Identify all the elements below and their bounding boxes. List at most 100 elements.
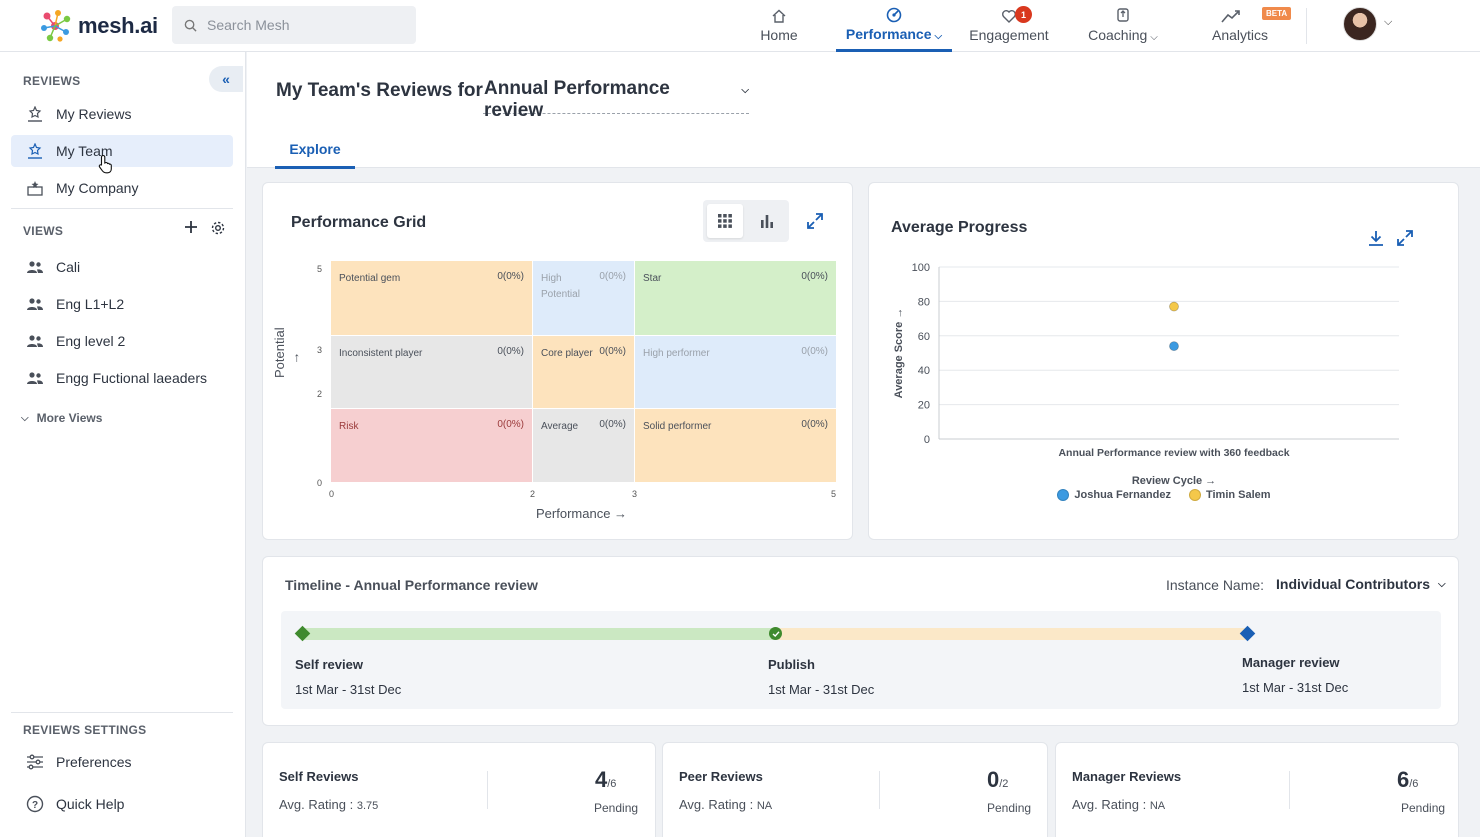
notification-badge: 1 [1015, 6, 1032, 23]
view-toggle [703, 200, 789, 242]
group-icon [27, 335, 43, 347]
average-progress-title: Average Progress [891, 219, 1028, 236]
instance-name-value: Individual Contributors [1276, 576, 1430, 592]
stat-divider [1289, 771, 1290, 809]
mesh-logo-icon [41, 10, 71, 42]
grid-cell-inconsistent-player[interactable]: Inconsistent player 0(0%) [331, 336, 532, 408]
grid-y-tick: 3 [317, 345, 323, 355]
grid-cell-core-player[interactable]: Core player 0(0%) [533, 336, 634, 408]
grid-y-tick: 2 [317, 389, 323, 399]
timeline-progress-pending [775, 628, 1247, 640]
sidebar-item-my-reviews[interactable]: My Reviews [11, 98, 233, 130]
chevron-down-icon[interactable]: ⌵ [1384, 16, 1392, 29]
reviews-section-title: REVIEWS [23, 74, 81, 88]
grid-cell-solid-performer[interactable]: Solid performer 0(0%) [635, 409, 836, 482]
stat-title: Manager Reviews [1072, 769, 1182, 784]
help-icon: ? [26, 795, 44, 813]
sidebar-view-cali[interactable]: Cali [11, 251, 233, 283]
nav-analytics[interactable]: BETA Analytics [1208, 0, 1292, 52]
sidebar-item-quick-help[interactable]: ? Quick Help [11, 788, 233, 820]
add-view-icon[interactable] [184, 220, 198, 234]
more-views-label: More Views [36, 411, 103, 425]
stat-status: Pending [594, 801, 639, 815]
sidebar-view-eng-l1-l2[interactable]: Eng L1+L2 [11, 288, 233, 320]
coaching-icon [1117, 8, 1129, 22]
search-box[interactable] [172, 6, 416, 44]
legend-item[interactable]: Timin Salem [1188, 489, 1271, 501]
page-header: My Team's Reviews for Annual Performance… [247, 52, 1480, 169]
peer-reviews-card[interactable]: Peer Reviews Avg. Rating : NA 0/2 Pendin… [662, 742, 1048, 837]
avatar[interactable] [1343, 7, 1377, 41]
reviews-settings-title: REVIEWS SETTINGS [23, 723, 147, 737]
sidebar-item-label: Preferences [56, 754, 132, 770]
top-bar: mesh.ai Home Performance⌵ 1 Engagement C… [0, 0, 1480, 52]
chart-y-axis-label: Average Score → [893, 308, 905, 399]
sidebar-item-preferences[interactable]: Preferences [11, 746, 233, 778]
nav-coaching[interactable]: Coaching ⌵ [1086, 0, 1160, 52]
mouse-cursor-icon [98, 154, 112, 174]
instance-name-dropdown[interactable]: Individual Contributors ⌵ [1276, 576, 1446, 592]
expand-icon[interactable] [806, 212, 824, 230]
timeline-milestone-publish[interactable] [769, 627, 782, 640]
sidebar-view-engg-functional-leaders[interactable]: Engg Fuctional laeaders [11, 362, 233, 394]
more-views-toggle[interactable]: ⌵ More Views [21, 411, 102, 425]
self-reviews-card[interactable]: Self Reviews Avg. Rating : 3.75 4/6 Pend… [262, 742, 656, 837]
timeline-stage-dates: 1st Mar - 31st Dec [1242, 680, 1349, 695]
sidebar-item-label: Quick Help [56, 796, 125, 812]
sidebar-divider [11, 208, 233, 209]
grid-view-button[interactable] [707, 204, 743, 238]
expand-icon[interactable] [1396, 229, 1414, 247]
analytics-icon [1221, 10, 1240, 23]
legend-item[interactable]: Joshua Fernandez [1057, 489, 1171, 501]
nav-home-label: Home [760, 27, 798, 43]
views-section-title: VIEWS [23, 224, 64, 238]
chart-y-tick-label: 20 [918, 400, 930, 412]
grid-x-axis-label: Performance → [536, 506, 628, 521]
search-icon [184, 19, 197, 32]
performance-grid-card: Performance Grid Potential → 5 3 2 0 Pot… [262, 182, 853, 540]
legend-label: Joshua Fernandez [1074, 489, 1171, 501]
group-icon [27, 298, 43, 310]
search-input[interactable] [207, 17, 397, 33]
nav-engagement[interactable]: 1 Engagement [968, 0, 1050, 52]
stat-avg-rating: Avg. Rating : 3.75 [279, 797, 379, 812]
tab-explore[interactable]: Explore [275, 133, 355, 169]
review-cycle-dropdown[interactable]: Annual Performance review ⌵ [483, 78, 749, 121]
nav-engagement-label: Engagement [969, 27, 1049, 43]
gear-icon[interactable] [210, 220, 226, 236]
nav-performance[interactable]: Performance ⌵ [836, 0, 952, 52]
sidebar-view-label: Engg Fuctional laeaders [56, 370, 207, 386]
views-actions [184, 220, 226, 236]
download-icon[interactable] [1367, 229, 1385, 247]
grid-cell-risk[interactable]: Risk 0(0%) [331, 409, 532, 482]
chart-y-tick-label: 40 [918, 365, 930, 377]
nav-home[interactable]: Home [754, 0, 804, 52]
sidebar-view-eng-level-2[interactable]: Eng level 2 [11, 325, 233, 357]
nav-performance-label: Performance ⌵ [845, 26, 943, 42]
performance-icon [886, 7, 902, 23]
sidebar-item-label: My Reviews [56, 106, 132, 122]
chart-y-tick-label: 100 [912, 262, 930, 274]
grid-x-tick: 5 [831, 489, 837, 499]
page-title: My Team's Reviews for [276, 80, 483, 101]
bar-view-button[interactable] [749, 204, 785, 238]
collapse-sidebar-button[interactable]: « [209, 66, 243, 92]
timeline-stage-label: Manager review [1242, 655, 1340, 670]
legend-swatch [1057, 489, 1070, 501]
manager-reviews-card[interactable]: Manager Reviews Avg. Rating : NA 6/6 Pen… [1055, 742, 1459, 837]
sidebar-item-my-team[interactable]: My Team [11, 135, 233, 167]
stat-count: 0/2 [987, 767, 1009, 792]
grid-cell-average[interactable]: Average 0(0%) [533, 409, 634, 482]
grid-cell-potential-gem[interactable]: Potential gem 0(0%) [331, 261, 532, 335]
performance-grid-title: Performance Grid [291, 214, 427, 231]
grid-cell-high-performer[interactable]: High performer 0(0%) [635, 336, 836, 408]
grid-y-tick: 5 [317, 264, 323, 274]
grid-cell-high-potential[interactable]: High Potential 0(0%) [533, 261, 634, 335]
chevron-down-icon: ⌵ [741, 85, 749, 96]
stat-divider [879, 771, 880, 809]
grid-cell-star[interactable]: Star 0(0%) [635, 261, 836, 335]
sidebar-item-my-company[interactable]: My Company [11, 172, 233, 204]
logo[interactable]: mesh.ai [38, 8, 158, 44]
stat-title: Self Reviews [279, 769, 359, 784]
average-progress-chart: 0 20 40 60 80 100 Annual Performance review wi… [893, 262, 1399, 487]
